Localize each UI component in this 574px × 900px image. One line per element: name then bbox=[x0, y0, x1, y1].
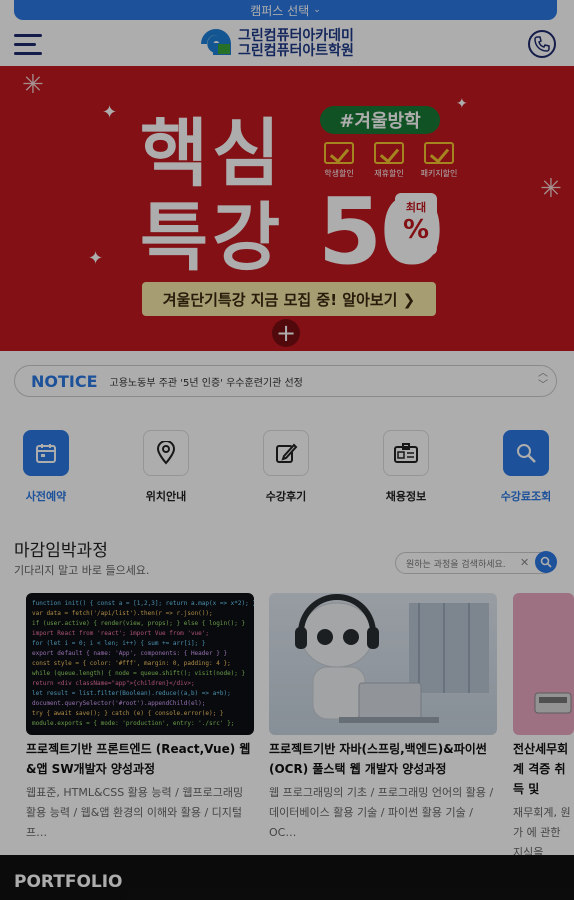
logo-mark-icon bbox=[201, 29, 231, 55]
course-card[interactable]: 전산세무회계 격증 취득 및 재무회계, 원가 에 관한 지식을 bbox=[513, 593, 574, 863]
notice-label: NOTICE bbox=[31, 371, 98, 391]
campus-selector[interactable]: 캠퍼스 선택 ⌄ bbox=[14, 0, 557, 20]
search-icon bbox=[540, 556, 552, 568]
course-title[interactable]: 전산세무회계 격증 취득 및 bbox=[513, 739, 574, 799]
notice-text[interactable]: 고용노동부 주관 '5년 인증' 우수훈련기관 선정 bbox=[110, 374, 303, 389]
quick-item-label: 수강후기 bbox=[265, 490, 307, 503]
edit-icon bbox=[263, 430, 309, 476]
search-icon bbox=[503, 430, 549, 476]
svg-text:function init() { const a = [1: function init() { const a = [1,2,3]; ret… bbox=[32, 600, 254, 607]
notice-bar[interactable]: NOTICE 고용노동부 주관 '5년 인증' 우수훈련기관 선정 ︿ ﹀ bbox=[14, 365, 557, 397]
svg-text:module.exports = { mode: 'prod: module.exports = { mode: 'production', e… bbox=[32, 720, 234, 727]
id-card-icon bbox=[383, 430, 429, 476]
chevron-down-icon: ⌄ bbox=[313, 5, 321, 15]
portfolio-section-title: PORTFOLIO bbox=[0, 855, 574, 900]
clear-icon[interactable]: ✕ bbox=[520, 556, 529, 569]
check-item: 학생할인 bbox=[318, 142, 360, 179]
svg-text:return <div className="app">{c: return <div className="app">{children}</… bbox=[32, 680, 195, 687]
logo-line1: 그린컴퓨터아카데미 bbox=[238, 28, 354, 44]
check-icon bbox=[424, 142, 454, 164]
quick-item-jobs[interactable]: 채용정보 bbox=[366, 430, 446, 504]
check-icon bbox=[374, 142, 404, 164]
check-item: 재휴할인 bbox=[368, 142, 410, 179]
svg-text:var data = fetch('/api/list').: var data = fetch('/api/list').then(r => … bbox=[32, 610, 213, 617]
svg-text:if (user.active) { render(view: if (user.active) { render(view, props); … bbox=[32, 620, 245, 627]
campus-selector-label: 캠퍼스 선택 bbox=[250, 3, 310, 18]
quick-item-label: 사전예약 bbox=[25, 490, 67, 503]
course-desc: 재무회계, 원가 에 관한 지식을 bbox=[513, 806, 571, 859]
calendar-icon bbox=[23, 430, 69, 476]
map-pin-icon bbox=[143, 430, 189, 476]
svg-text:while (queue.length) { node =: while (queue.length) { node = queue.shif… bbox=[32, 670, 245, 677]
logo-line2: 그린컴퓨터아트학원 bbox=[238, 43, 354, 59]
check-item: 패키지할인 bbox=[418, 142, 460, 179]
banner-cta-button[interactable]: 겨울단기특강 지금 모집 중! 알아보기 ❯ bbox=[142, 282, 436, 316]
svg-text:export default { name: 'App',: export default { name: 'App', components… bbox=[32, 650, 227, 657]
section-subtitle: 기다리지 말고 바로 들으세요. bbox=[14, 564, 150, 577]
course-title[interactable]: 프로젝트기반 프론트엔드 (React,Vue) 웹&앱 SW개발자 양성과정 bbox=[26, 739, 254, 779]
course-card[interactable]: 프로젝트기반 자바(스프링,백엔드)&파이썬 (OCR) 풀스택 웹 개발자 양… bbox=[269, 593, 497, 843]
sparkle-icon: ✦ bbox=[88, 248, 104, 269]
quick-item-label: 채용정보 bbox=[385, 490, 427, 503]
banner-tag: #겨울방학 bbox=[320, 106, 440, 134]
banner-percent-box: 최대 % bbox=[395, 193, 437, 255]
sparkle-icon: ✳ bbox=[540, 174, 562, 204]
check-icon bbox=[324, 142, 354, 164]
svg-text:let result = list.filter(Boole: let result = list.filter(Boolean).reduce… bbox=[32, 690, 231, 697]
section-title: 마감임박과정 bbox=[14, 541, 108, 561]
svg-text:for (let i = 0; i < len; i++): for (let i = 0; i < len; i++) { sum += a… bbox=[32, 640, 205, 647]
site-header: 그린컴퓨터아카데미 그린컴퓨터아트학원 bbox=[0, 22, 574, 66]
max-label: 최대 bbox=[405, 201, 427, 214]
quick-item-reservation[interactable]: 사전예약 bbox=[6, 430, 86, 504]
course-image-robot[interactable] bbox=[269, 593, 497, 735]
svg-text:import React from 'react'; imp: import React from 'react'; import Vue fr… bbox=[32, 630, 209, 637]
quick-item-review[interactable]: 수강후기 bbox=[246, 430, 326, 504]
svg-text:document.querySelector('#root': document.querySelector('#root').appendCh… bbox=[32, 700, 205, 707]
sparkle-icon: ✦ bbox=[102, 102, 118, 123]
course-image-code[interactable]: function init() { const a = [1,2,3]; ret… bbox=[26, 593, 254, 735]
course-title[interactable]: 프로젝트기반 자바(스프링,백엔드)&파이썬 (OCR) 풀스택 웹 개발자 양… bbox=[269, 739, 497, 779]
phone-icon[interactable] bbox=[528, 30, 556, 58]
course-image-finance[interactable] bbox=[513, 593, 574, 735]
notice-arrows[interactable]: ︿ ﹀ bbox=[538, 368, 548, 392]
logo[interactable]: 그린컴퓨터아카데미 그린컴퓨터아트학원 bbox=[200, 28, 354, 60]
svg-text:const style = { color: '#fff',: const style = { color: '#fff', margin: 0… bbox=[32, 660, 231, 667]
search-button[interactable] bbox=[535, 551, 557, 573]
menu-icon[interactable] bbox=[14, 34, 44, 56]
quick-item-label: 수강료조회 bbox=[500, 490, 552, 503]
quick-item-label: 위치안내 bbox=[145, 490, 187, 503]
course-card[interactable]: function init() { const a = [1,2,3]; ret… bbox=[26, 593, 254, 843]
promo-banner[interactable]: ✳ ✦ ✦ ✦ ✳ 핵심 특강 #겨울방학 학생할인 재휴할인 패키지할인 50… bbox=[0, 66, 574, 351]
course-desc: 웹 프로그래밍의 기초 / 프로그래밍 언어의 활용 / 데이터베이스 활용 기… bbox=[269, 786, 494, 839]
plus-icon[interactable]: + bbox=[272, 319, 300, 347]
svg-text:try { await save(); } catch (e: try { await save(); } catch (e) { consol… bbox=[32, 710, 223, 717]
chevron-down-icon[interactable]: ﹀ bbox=[538, 380, 548, 392]
banner-checks: 학생할인 재휴할인 패키지할인 bbox=[318, 142, 460, 179]
course-search-input[interactable]: 원하는 과정을 검색하세요. bbox=[395, 552, 555, 574]
quick-menu: 사전예약 위치안내 수강후기 채용정보 수강료조회 bbox=[0, 430, 574, 510]
banner-title-line2: 특강 bbox=[140, 195, 285, 281]
sparkle-icon: ✦ bbox=[456, 96, 468, 112]
quick-item-location[interactable]: 위치안내 bbox=[126, 430, 206, 504]
percent-sign: % bbox=[402, 215, 430, 245]
course-desc: 웹표준, HTML&CSS 활용 능력 / 웹프로그래밍 활용 능력 / 웹&앱… bbox=[26, 786, 244, 839]
quick-item-tuition[interactable]: 수강료조회 bbox=[486, 430, 566, 504]
chevron-up-icon[interactable]: ︿ bbox=[538, 368, 548, 380]
sparkle-icon: ✳ bbox=[22, 70, 44, 100]
